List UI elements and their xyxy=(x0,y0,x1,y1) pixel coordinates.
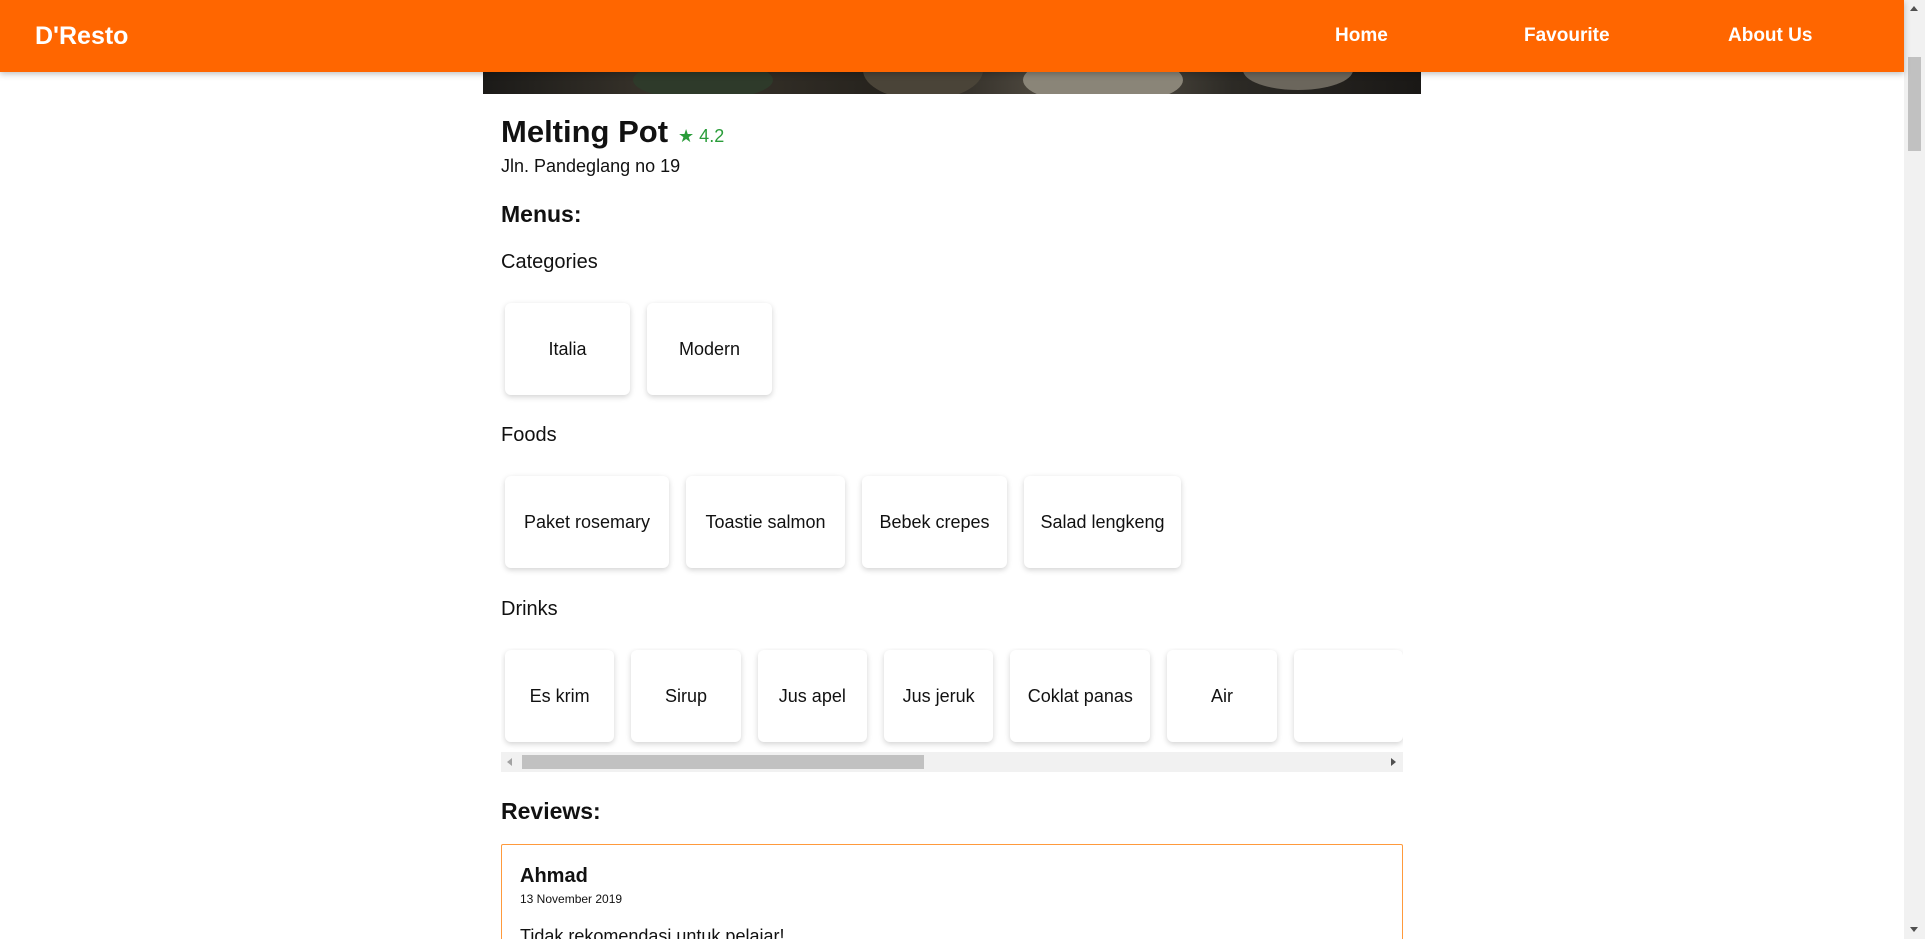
food-card[interactable]: Bebek crepes xyxy=(862,476,1007,568)
drink-card[interactable]: Jus apel xyxy=(757,650,867,742)
drink-card[interactable]: Es krim xyxy=(505,650,615,742)
foods-heading: Foods xyxy=(501,424,557,446)
drinks-horizontal-scrollbar[interactable] xyxy=(501,752,1403,772)
category-card[interactable]: Modern xyxy=(647,303,772,395)
scroll-left-arrow-icon[interactable] xyxy=(507,758,512,766)
restaurant-address: Jln. Pandeglang no 19 xyxy=(501,156,681,176)
brand-logo[interactable]: D'Resto xyxy=(35,22,128,51)
drink-card[interactable]: Coklat panas xyxy=(1010,650,1151,742)
categories-list: Italia Modern xyxy=(501,303,772,395)
drink-card[interactable]: Air xyxy=(1167,650,1277,742)
food-card[interactable]: Salad lengkeng xyxy=(1024,476,1181,568)
nav-favourite[interactable]: Favourite xyxy=(1524,25,1610,47)
restaurant-title: Melting Pot ★ 4.2 xyxy=(501,114,724,150)
menus-heading: Menus: xyxy=(501,201,582,227)
food-card[interactable]: Toastie salmon xyxy=(686,476,845,568)
review-date: 13 November 2019 xyxy=(520,892,623,906)
reviews-heading: Reviews: xyxy=(501,798,601,824)
page-vertical-scrollbar[interactable] xyxy=(1904,0,1925,939)
nav-about-us[interactable]: About Us xyxy=(1728,25,1812,47)
restaurant-name: Melting Pot xyxy=(501,114,669,149)
drinks-list: Es krim Sirup Jus apel Jus jeruk Coklat … xyxy=(501,648,1403,742)
scroll-down-arrow-icon[interactable] xyxy=(1910,927,1918,932)
category-card[interactable]: Italia xyxy=(505,303,630,395)
nav-home[interactable]: Home xyxy=(1335,25,1388,47)
drink-card[interactable]: Sirup xyxy=(631,650,741,742)
drink-card[interactable]: Jus jeruk xyxy=(883,650,994,742)
categories-heading: Categories xyxy=(501,251,598,273)
scroll-right-arrow-icon[interactable] xyxy=(1391,758,1396,766)
foods-list: Paket rosemary Toastie salmon Bebek crep… xyxy=(501,476,1181,568)
scroll-up-arrow-icon[interactable] xyxy=(1910,6,1918,11)
app-header: D'Resto Home Favourite About Us xyxy=(0,0,1904,72)
restaurant-rating: ★ 4.2 xyxy=(678,126,725,146)
review-text: Tidak rekomendasi untuk pelajar! xyxy=(520,926,785,939)
scrollbar-thumb[interactable] xyxy=(522,755,924,769)
food-card[interactable]: Paket rosemary xyxy=(505,476,669,568)
review-card: Ahmad 13 November 2019 Tidak rekomendasi… xyxy=(501,844,1403,939)
reviewer-name: Ahmad xyxy=(520,865,588,887)
drinks-heading: Drinks xyxy=(501,598,558,620)
scrollbar-thumb[interactable] xyxy=(1908,57,1921,151)
drink-card-partial[interactable] xyxy=(1293,650,1403,742)
